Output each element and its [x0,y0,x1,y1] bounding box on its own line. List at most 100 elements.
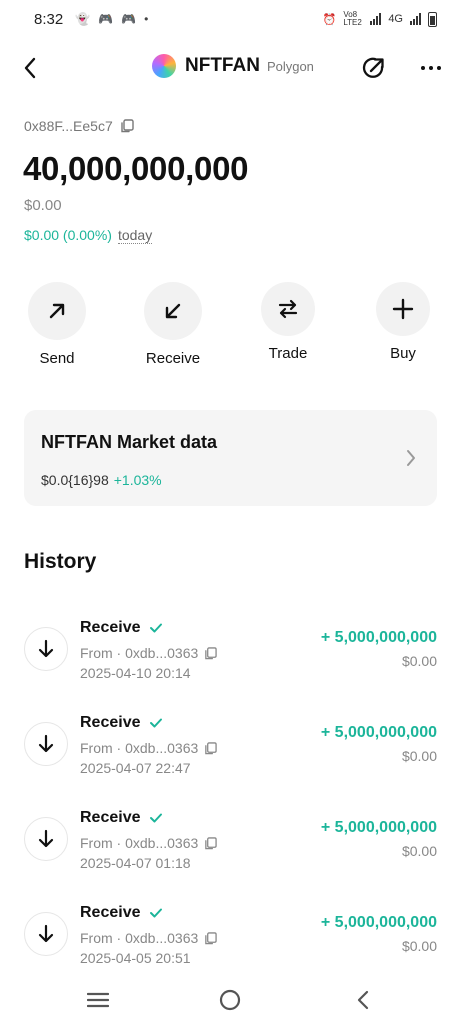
check-icon [149,908,162,918]
home-button[interactable] [210,986,250,1014]
tx-from: From · 0xdb...0363 [80,930,218,946]
notification-icons: 👻 🎮 🎮 • [75,12,148,26]
tx-amount: + 5,000,000,000 [320,724,437,741]
check-icon [149,718,162,728]
trade-circle [261,282,315,336]
wallet-address-row[interactable]: 0x88F...Ee5c7 [24,118,134,134]
copy-icon[interactable] [204,836,218,850]
arrow-down-icon [38,639,54,658]
tx-from: From · 0xdb...0363 [80,645,218,661]
snapchat-icon: 👻 [75,12,91,26]
arrow-down-icon [38,734,54,753]
chevron-right-icon [407,450,415,466]
fiat-balance: $0.00 [24,197,62,214]
check-icon [149,623,162,633]
tx-time: 2025-04-10 20:14 [80,665,191,681]
market-price-row: $0.0{16}98 +1.03% [41,472,162,488]
market-data-card[interactable]: NFTFAN Market data $0.0{16}98 +1.03% [24,410,437,506]
tx-from: From · 0xdb...0363 [80,835,218,851]
tx-type-label: Receive [80,714,141,731]
tx-icon [24,817,68,861]
tx-icon [24,627,68,671]
volte-label: Vo8 LTE2 [343,10,362,27]
wallet-address: 0x88F...Ee5c7 [24,118,113,134]
menu-icon [87,992,109,1008]
market-title: NFTFAN Market data [41,432,218,452]
tx-time: 2025-04-07 01:18 [80,855,191,871]
token-logo [152,54,176,78]
arrow-down-icon [38,924,54,943]
tx-fiat: $0.00 [401,748,437,764]
tx-type: Receive [80,714,163,732]
tx-from-address: From · 0xdb...0363 [80,740,199,756]
tx-time: 2025-04-07 22:47 [80,760,191,776]
back-button[interactable] [14,52,46,84]
tx-fiat: $0.00 [401,938,437,954]
chevron-left-icon [24,57,36,79]
receive-button[interactable]: Receive [133,282,213,367]
tx-type: Receive [80,904,163,922]
send-button[interactable]: Send [17,282,97,367]
tx-amount: + 5,000,000,000 [320,914,437,931]
transaction-row[interactable]: Receive From · 0xdb...0363 2025-04-05 20… [0,904,461,984]
transaction-row[interactable]: Receive From · 0xdb...0363 2025-04-07 01… [0,809,461,889]
game-controller-icon: 🎮 [98,12,114,26]
recent-apps-button[interactable] [78,986,118,1014]
signal-icon [370,13,382,25]
share-button[interactable] [360,54,388,82]
trade-label: Trade [268,345,308,362]
tx-fiat: $0.00 [401,843,437,859]
dot-icon [437,66,441,70]
send-label: Send [39,350,75,367]
check-icon [149,813,162,823]
action-buttons: Send Receive Trade Buy [0,282,461,372]
buy-label: Buy [390,345,416,362]
tx-from-address: From · 0xdb...0363 [80,835,199,851]
receive-circle [144,282,202,340]
copy-icon[interactable] [204,646,218,660]
status-time: 8:32 [34,10,64,28]
buy-circle [376,282,430,336]
external-link-icon [362,57,384,78]
status-bar: 8:32 👻 🎮 🎮 • ⏰ Vo8 LTE2 4G [0,0,461,38]
receive-label: Receive [145,350,201,367]
change-period[interactable]: today [117,227,153,244]
tx-from: From · 0xdb...0363 [80,740,218,756]
trade-button[interactable]: Trade [248,282,328,362]
token-name: NFTFAN [185,55,260,76]
transaction-row[interactable]: Receive From · 0xdb...0363 2025-04-07 22… [0,714,461,794]
more-options-button[interactable] [416,54,446,82]
dot-icon [429,66,433,70]
dot-icon: • [144,12,149,26]
copy-icon[interactable] [120,119,134,133]
tx-time: 2025-04-05 20:51 [80,950,191,966]
arrow-up-right-icon [49,303,65,319]
token-chain: Polygon [266,58,314,74]
tx-type: Receive [80,809,163,827]
copy-icon[interactable] [204,741,218,755]
copy-icon[interactable] [204,931,218,945]
buy-button[interactable]: Buy [363,282,443,362]
discord-icon: 🎮 [121,12,137,26]
tx-type-label: Receive [80,619,141,636]
system-back-button[interactable] [343,986,383,1014]
system-nav-bar [0,976,461,1024]
plus-icon [392,298,414,320]
tx-amount: + 5,000,000,000 [320,819,437,836]
network-type: 4G [388,13,403,25]
header: NFTFAN Polygon [0,44,461,92]
token-balance: 40,000,000,000 [23,150,249,187]
alarm-icon: ⏰ [322,13,337,26]
transaction-row[interactable]: Receive From · 0xdb...0363 2025-04-10 20… [0,619,461,699]
history-title: History [24,550,97,573]
send-circle [28,282,86,340]
market-price: $0.0{16}98 [41,472,109,488]
tx-icon [24,722,68,766]
market-change: +1.03% [113,472,162,488]
tx-type: Receive [80,619,163,637]
token-title: NFTFAN Polygon [152,54,314,78]
chevron-left-icon [357,990,369,1010]
tx-amount: + 5,000,000,000 [320,629,437,646]
home-circle-icon [219,989,241,1011]
tx-from-address: From · 0xdb...0363 [80,930,199,946]
